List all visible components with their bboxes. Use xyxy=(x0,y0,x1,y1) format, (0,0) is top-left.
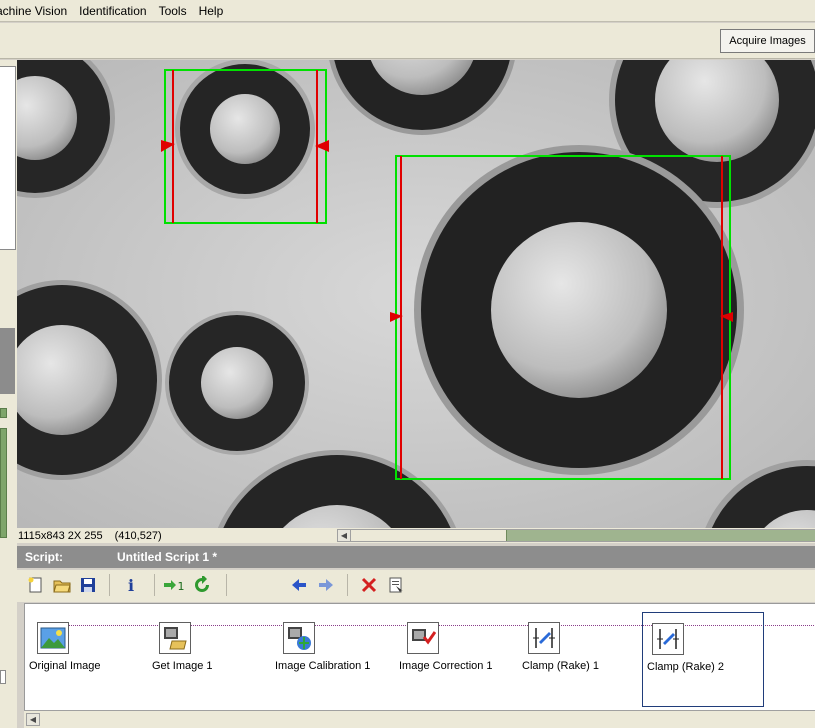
top-toolbar: Acquire Images xyxy=(0,23,815,59)
step-label: Clamp (Rake) 2 xyxy=(647,661,725,673)
step-image-correction[interactable]: Image Correction 1 xyxy=(395,612,517,707)
image-correction-icon xyxy=(407,622,439,654)
step-label: Original Image xyxy=(29,660,101,672)
move-right-icon[interactable] xyxy=(314,573,338,597)
menu-identification[interactable]: Identification xyxy=(73,0,152,22)
svg-text:i: i xyxy=(128,576,134,594)
left-panel xyxy=(0,60,17,550)
original-image-icon xyxy=(37,622,69,654)
step-label: Image Correction 1 xyxy=(399,660,493,672)
get-image-icon xyxy=(159,622,191,654)
menu-tools[interactable]: Tools xyxy=(153,0,193,22)
acquire-images-button[interactable]: Acquire Images xyxy=(720,29,815,53)
left-panel-indicator xyxy=(0,428,7,538)
image-calibration-icon xyxy=(283,622,315,654)
scroll-left-icon[interactable]: ◀ xyxy=(26,713,40,726)
step-image-calibration[interactable]: Image Calibration 1 xyxy=(271,612,393,707)
new-script-icon[interactable] xyxy=(24,573,48,597)
left-panel-box xyxy=(0,66,16,250)
script-label: Script: xyxy=(25,550,64,564)
image-view[interactable] xyxy=(17,60,815,528)
step-clamp-rake-1[interactable]: Clamp (Rake) 1 xyxy=(518,612,640,707)
step-properties-icon[interactable] xyxy=(384,573,408,597)
step-original-image[interactable]: Original Image xyxy=(25,612,147,707)
left-strip-box xyxy=(0,670,6,684)
steps-horizontal-scrollbar[interactable]: ◀ xyxy=(24,710,815,728)
step-clamp-rake-2[interactable]: Clamp (Rake) 2 xyxy=(642,612,764,707)
step-get-image[interactable]: Get Image 1 xyxy=(148,612,270,707)
status-bar: 1115x843 2X 255 (410,527) ◀ xyxy=(17,528,815,543)
scrollbar-thumb[interactable] xyxy=(506,530,815,541)
script-header: Script: Untitled Script 1 * xyxy=(17,546,815,568)
image-info: 1115x843 2X 255 xyxy=(18,529,103,542)
script-toolbar: i 1 xyxy=(17,570,815,602)
left-panel-header xyxy=(0,328,15,394)
step-label: Get Image 1 xyxy=(152,660,213,672)
washer-top-small xyxy=(175,60,315,199)
inspection-image[interactable] xyxy=(17,60,815,528)
clamp-rake-icon xyxy=(528,622,560,654)
menu-help[interactable]: Help xyxy=(193,0,230,22)
run-continuous-icon[interactable] xyxy=(190,573,214,597)
step-label: Clamp (Rake) 1 xyxy=(522,660,600,672)
clamp-rake-icon xyxy=(652,623,684,655)
info-icon[interactable]: i xyxy=(119,573,143,597)
menu-machine-vision[interactable]: achine Vision xyxy=(0,0,73,22)
menu-bar: achine Vision Identification Tools Help xyxy=(0,0,815,22)
delete-step-icon[interactable] xyxy=(357,573,381,597)
svg-text:1: 1 xyxy=(178,580,185,593)
save-icon[interactable] xyxy=(76,573,100,597)
script-steps-panel: Original Image Get Image 1 Image Calibra… xyxy=(24,603,815,710)
image-horizontal-scrollbar[interactable]: ◀ xyxy=(337,529,815,542)
scroll-left-icon[interactable]: ◀ xyxy=(338,530,351,541)
move-left-icon[interactable] xyxy=(287,573,311,597)
left-strip xyxy=(0,546,17,728)
cursor-coordinates: (410,527) xyxy=(114,529,162,542)
washer-large xyxy=(414,145,744,475)
open-folder-icon[interactable] xyxy=(50,573,74,597)
washer-small-center xyxy=(165,311,309,455)
run-once-icon[interactable]: 1 xyxy=(162,573,186,597)
script-name: Untitled Script 1 * xyxy=(117,550,218,564)
left-panel-indicator xyxy=(0,408,7,418)
step-label: Image Calibration 1 xyxy=(275,660,371,672)
